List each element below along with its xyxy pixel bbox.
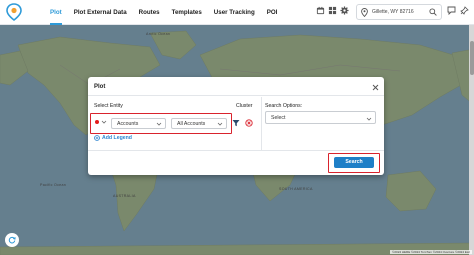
entity-select-value: Accounts: [117, 120, 139, 127]
remove-circle-icon[interactable]: [245, 119, 253, 127]
location-pin-icon: [361, 8, 368, 17]
entity-filter-value: All Accounts: [177, 120, 206, 127]
nav-user-tracking[interactable]: User Tracking: [214, 0, 255, 25]
close-icon[interactable]: [372, 84, 379, 91]
entity-filter-select[interactable]: All Accounts: [171, 117, 227, 129]
entity-select[interactable]: Accounts: [111, 117, 166, 129]
nav-poi[interactable]: POI: [267, 0, 278, 25]
entity-row-highlight: Accounts All Accounts: [90, 113, 232, 134]
nav-templates[interactable]: Templates: [172, 0, 202, 25]
select-entity-label: Select Entity: [94, 103, 123, 109]
map-scrollbar[interactable]: [469, 25, 474, 255]
location-search-box[interactable]: Gillette, WY 82716: [356, 4, 442, 20]
calendar-icon[interactable]: [316, 6, 325, 15]
search-icon[interactable]: [429, 8, 437, 16]
scrollbar-thumb[interactable]: [469, 41, 474, 75]
nav-plot[interactable]: Plot: [50, 0, 62, 25]
nav-routes[interactable]: Routes: [139, 0, 160, 25]
add-legend-link[interactable]: Add Legend: [94, 135, 132, 141]
modal-column-divider: [261, 97, 262, 150]
plot-modal: Plot Select Entity Cluster Search Option…: [88, 77, 384, 175]
refresh-button[interactable]: [5, 233, 19, 247]
nav-plot-external-data[interactable]: Plot External Data: [74, 0, 127, 25]
chevron-down-icon: [366, 117, 372, 121]
modal-footer-divider: [88, 150, 384, 151]
location-input[interactable]: Gillette, WY 82716: [372, 9, 414, 15]
filter-icon[interactable]: [232, 119, 240, 127]
modal-header-divider: [88, 95, 384, 96]
gear-icon[interactable]: [340, 6, 349, 15]
add-circle-icon: [94, 135, 100, 141]
legend-color-swatch: [95, 120, 99, 124]
cluster-label: Cluster: [236, 103, 253, 109]
search-button[interactable]: Search: [334, 157, 374, 168]
pin-off-icon[interactable]: [460, 6, 469, 15]
grid-icon[interactable]: [328, 6, 337, 15]
top-navbar: Plot Plot External Data Routes Templates…: [0, 0, 474, 25]
search-options-value: Select: [271, 115, 286, 121]
chevron-down-icon: [101, 120, 107, 124]
legend-color-picker[interactable]: [94, 118, 110, 128]
app-logo-icon[interactable]: [5, 3, 23, 21]
main-nav: Plot Plot External Data Routes Templates…: [50, 0, 289, 25]
map-attribution: ©2024 HERE ©2024 TomTom ©2024 Overture ©…: [390, 250, 472, 254]
search-button-highlight: Search: [328, 153, 380, 173]
add-legend-label: Add Legend: [102, 135, 132, 141]
search-options-select[interactable]: Select: [265, 111, 376, 124]
chevron-down-icon: [156, 122, 162, 126]
chevron-down-icon: [217, 122, 223, 126]
search-options-label: Search Options:: [265, 103, 303, 109]
modal-title: Plot: [94, 84, 106, 90]
refresh-icon: [8, 236, 16, 244]
chat-icon[interactable]: [447, 6, 456, 15]
